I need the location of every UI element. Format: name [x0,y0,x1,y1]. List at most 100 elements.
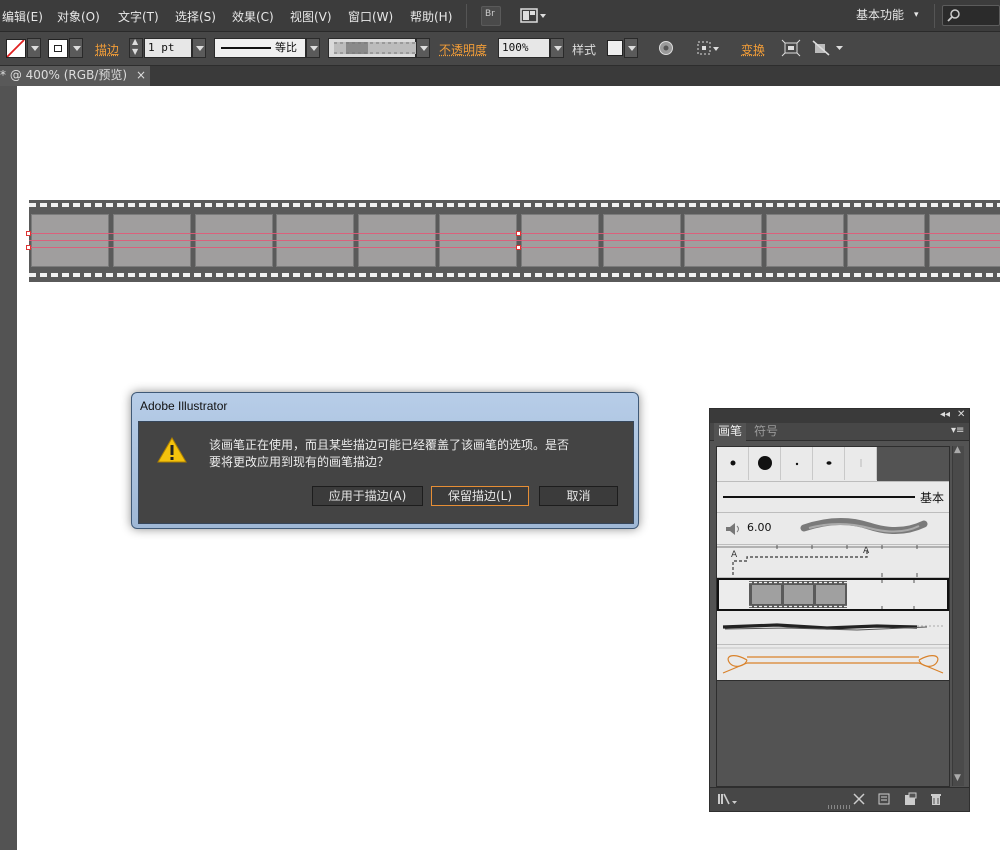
panel-menu-icon[interactable]: ▾≡ [951,425,964,436]
fill-dropdown[interactable] [27,38,41,58]
new-brush-icon[interactable] [903,792,917,806]
scroll-down-icon[interactable]: ▼ [954,773,961,783]
profile-dropdown[interactable] [306,38,320,58]
left-gutter [0,86,17,850]
brush-border-orange[interactable] [717,645,949,679]
search-icon [947,9,960,22]
dot-brush-icon [795,462,799,466]
graphic-style-dropdown[interactable] [624,38,638,58]
menu-separator [934,4,935,28]
search-input[interactable] [942,5,1000,26]
stroke-square-icon [54,45,62,52]
transform-label[interactable]: 变换 [741,41,765,58]
menu-effect[interactable]: 效果(C) [232,8,274,25]
stroke-label[interactable]: 描边 [95,41,119,58]
bridge-button[interactable]: Br [481,6,501,26]
opacity-dropdown[interactable] [550,38,564,58]
stroke-dropdown[interactable] [69,38,83,58]
brush-pattern-dashed[interactable]: A A [717,545,949,578]
document-tab-bar: * @ 400% (RGB/预览) × [0,66,1000,86]
opacity-field[interactable]: 100% [498,38,550,58]
fill-swatch[interactable] [6,39,26,58]
anchor-point[interactable] [516,231,521,236]
panel-tabs: 画笔 符号 ▾≡ [710,423,969,441]
apply-to-strokes-button[interactable]: 应用于描边(A) [312,486,423,506]
stroke-weight-stepper[interactable]: ▲ ▼ [129,37,143,58]
tab-brushes[interactable]: 画笔 [714,423,747,441]
menu-object[interactable]: 对象(O) [57,8,100,25]
recolor-artwork-button[interactable] [655,38,677,58]
stroke-swatch[interactable] [48,39,68,58]
charcoal-stroke-icon [800,517,928,534]
brush-art-charcoal[interactable]: 6.00 [717,513,949,545]
collapse-panel-icon[interactable]: ◂◂ [940,409,950,420]
document-tab[interactable]: * @ 400% (RGB/预览) × [0,66,150,86]
brush-dot-faint[interactable] [845,447,877,480]
menu-select[interactable]: 选择(S) [175,8,216,25]
brush-row-calligraphic [717,447,949,482]
chevron-down-icon: ▾ [914,10,919,20]
menu-view[interactable]: 视图(V) [290,8,332,25]
selection-path-line [29,233,1000,234]
brush-library-list: 基本 6.00 A A [716,446,950,681]
brush-dot-angled[interactable] [813,447,845,480]
stepper-down-icon: ▼ [132,47,139,56]
stroke-weight-field[interactable]: 1 pt [144,38,192,58]
brushes-panel: ◂◂ ✕ 画笔 符号 ▾≡ 基本 6.00 A A ▲ ▼ [709,408,970,812]
close-panel-icon[interactable]: ✕ [957,409,965,420]
dot-brush-icon [758,456,772,470]
remove-brush-stroke-icon[interactable] [852,792,866,806]
document-tab-title: * @ 400% (RGB/预览) [0,68,128,82]
menu-type[interactable]: 文字(T) [118,8,159,25]
brush-dot-small[interactable] [717,447,749,480]
delete-brush-icon[interactable] [929,792,943,806]
align-options-button[interactable] [695,38,723,58]
anchor-point[interactable] [516,245,521,250]
stroke-weight-dropdown[interactable] [192,38,206,58]
dot-brush-icon [860,459,862,467]
menu-separator [466,4,467,28]
leave-strokes-button[interactable]: 保留描边(L) [431,486,529,506]
profile-line-icon [221,47,271,49]
brush-definition-dropdown[interactable] [416,38,430,58]
profile-field[interactable]: 等比 [214,38,306,58]
align-icon [697,41,719,55]
dot-brush-icon [826,461,832,465]
opacity-label[interactable]: 不透明度 [439,41,487,58]
brush-options-icon[interactable] [877,792,891,806]
brush-basic[interactable]: 基本 [717,482,949,513]
brush-dot-large[interactable] [749,447,781,480]
style-label: 样式 [572,43,597,57]
stepper-up-icon: ▲ [132,37,139,46]
dialog-body: 该画笔正在使用，而且某些描边可能已经覆盖了该画笔的选项。是否 要将更改应用到现有… [138,421,634,524]
anchor-point[interactable] [26,245,31,250]
panel-scrollbar[interactable]: ▲ ▼ [952,445,964,786]
cancel-button[interactable]: 取消 [539,486,618,506]
menu-window[interactable]: 窗口(W) [348,8,393,25]
close-tab-icon[interactable]: × [136,66,146,85]
brush-library-menu-icon[interactable] [717,792,739,806]
film-strip-artwork[interactable] [26,200,1000,282]
control-bar: 描边 ▲ ▼ 1 pt 等比 不透明度 100% 样式 变换 [0,32,1000,66]
graphic-style-swatch[interactable] [607,40,623,56]
anchor-point[interactable] [26,231,31,236]
resize-grip-icon[interactable] [828,805,850,809]
brush-art-scratchy[interactable] [717,611,949,645]
scroll-up-icon[interactable]: ▲ [954,445,961,455]
workspace-switcher[interactable]: 基本功能 ▾ [848,6,926,26]
menu-help[interactable]: 帮助(H) [410,8,452,25]
selection-path-line [29,247,1000,248]
basic-brush-line-icon [723,496,915,498]
brush-pattern-film[interactable] [717,578,949,611]
brush-definition-field[interactable] [328,38,416,58]
isolate-button[interactable] [780,38,802,58]
menu-edit[interactable]: 编辑(E) [2,8,43,25]
selection-path-line [29,240,1000,241]
arrange-documents-button[interactable] [520,7,548,25]
svg-text:A: A [731,550,738,560]
none-fill-icon [6,39,25,58]
quick-actions-button[interactable] [812,38,846,58]
tab-symbols[interactable]: 符号 [750,423,782,441]
panel-title-bar[interactable]: ◂◂ ✕ [710,409,969,423]
brush-dot-tiny[interactable] [781,447,813,480]
